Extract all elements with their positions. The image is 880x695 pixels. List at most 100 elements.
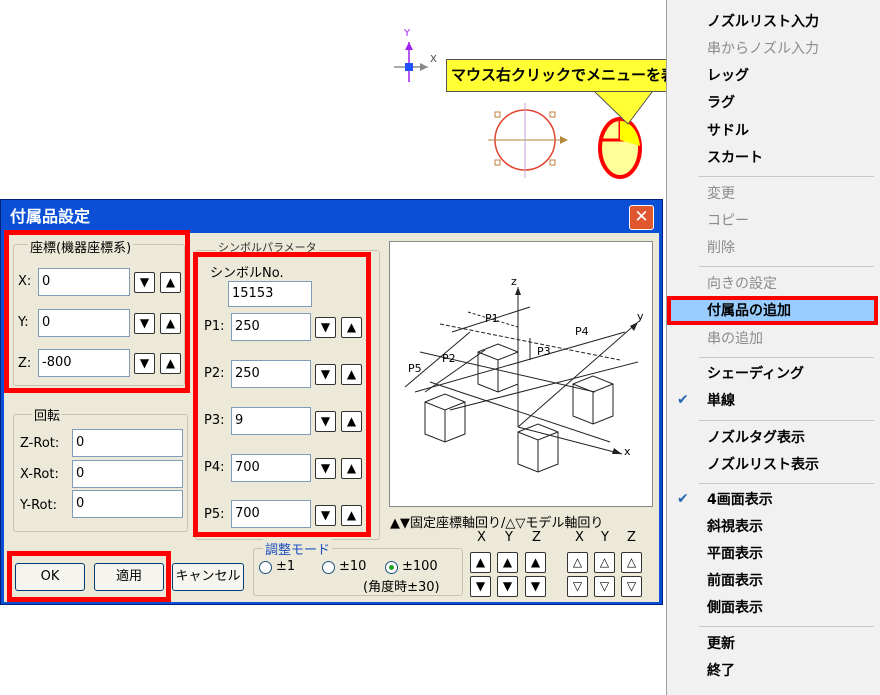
coord-x-down-button[interactable]: ▼ <box>134 272 155 293</box>
menu-separator <box>699 266 874 267</box>
menu-item-delete[interactable]: 削除 <box>707 239 735 257</box>
menu-item-copy[interactable]: コピー <box>707 212 749 230</box>
p4-down-button[interactable]: ▼ <box>315 458 336 479</box>
menu-item-plan-view[interactable]: 平面表示 <box>707 545 763 563</box>
menu-item-single-line[interactable]: 単線 <box>707 392 735 410</box>
model-y-up-button[interactable]: △ <box>594 552 615 573</box>
menu-item-front-view[interactable]: 前面表示 <box>707 572 763 590</box>
rotation-group-label: 回転 <box>32 405 63 424</box>
menu-item-refresh[interactable]: 更新 <box>707 635 735 653</box>
menu-item-exit[interactable]: 終了 <box>707 662 735 680</box>
axis-x-label: X <box>430 54 437 65</box>
p1-input[interactable]: 250 <box>231 313 311 341</box>
p5-up-button[interactable]: ▲ <box>341 505 362 526</box>
model-y-down-button[interactable]: ▽ <box>594 576 615 597</box>
menu-item-nozzle-list-input[interactable]: ノズルリスト入力 <box>707 13 819 31</box>
adjust-radio-100-label: ±100 <box>402 559 438 574</box>
adjust-radio-10-label: ±10 <box>339 559 367 574</box>
preview-p5-label: P5 <box>408 362 422 375</box>
menu-item-skirt[interactable]: スカート <box>707 149 763 167</box>
symbol-diagram <box>404 287 639 473</box>
fixed-y-header: Y <box>505 530 513 545</box>
menu-item-set-orientation[interactable]: 向きの設定 <box>707 275 777 293</box>
coord-group-label: 座標(機器座標系) <box>28 237 134 256</box>
rot-z-input[interactable]: 0 <box>72 429 183 457</box>
preview-p2-label: P2 <box>442 352 456 365</box>
model-z-down-button[interactable]: ▽ <box>621 576 642 597</box>
p5-input[interactable]: 700 <box>231 500 311 528</box>
p2-input[interactable]: 250 <box>231 360 311 388</box>
menu-item-side-view[interactable]: 側面表示 <box>707 599 763 617</box>
rot-x-input[interactable]: 0 <box>72 460 183 488</box>
preview-p3-label: P3 <box>537 345 551 358</box>
menu-item-shading[interactable]: シェーディング <box>707 365 804 383</box>
p4-label: P4: <box>204 460 225 475</box>
fixed-y-down-button[interactable]: ▼ <box>497 576 518 597</box>
p4-input[interactable]: 700 <box>231 454 311 482</box>
axes-icon <box>394 42 428 82</box>
p5-down-button[interactable]: ▼ <box>315 505 336 526</box>
fixed-z-down-button[interactable]: ▼ <box>525 576 546 597</box>
p3-down-button[interactable]: ▼ <box>315 411 336 432</box>
hint-callout: マウス右クリックでメニューを表示 <box>446 59 694 92</box>
model-x-up-button[interactable]: △ <box>567 552 588 573</box>
cancel-button[interactable]: キャンセル <box>172 563 244 591</box>
menu-separator <box>699 420 874 421</box>
p3-up-button[interactable]: ▲ <box>341 411 362 432</box>
p5-label: P5: <box>204 507 225 522</box>
preview-y-label: y <box>637 310 644 323</box>
coord-y-label: Y: <box>18 315 29 330</box>
menu-item-nozzle-from-skewer[interactable]: 串からノズル入力 <box>707 40 819 58</box>
fixed-x-down-button[interactable]: ▼ <box>470 576 491 597</box>
model-x-down-button[interactable]: ▽ <box>567 576 588 597</box>
check-icon: ✔ <box>677 392 689 408</box>
p1-down-button[interactable]: ▼ <box>315 317 336 338</box>
axis-y-label: Y <box>403 28 411 39</box>
coord-x-input[interactable]: 0 <box>38 268 130 296</box>
menu-item-leg[interactable]: レッグ <box>707 67 749 85</box>
rot-z-label: Z-Rot: <box>20 436 60 451</box>
menu-separator <box>699 176 874 177</box>
menu-item-lug[interactable]: ラグ <box>707 94 735 112</box>
axis-rotation-caption: ▲▼固定座標軸回り/△▽モデル軸回り <box>390 516 604 531</box>
adjust-radio-1[interactable] <box>259 561 272 574</box>
close-button[interactable]: ✕ <box>629 205 654 230</box>
symbol-no-input[interactable]: 15153 <box>228 281 312 307</box>
coord-y-input[interactable]: 0 <box>38 309 130 337</box>
model-canvas: Y X <box>394 28 653 179</box>
adjust-radio-10[interactable] <box>322 561 335 574</box>
ok-button[interactable]: OK <box>15 563 85 591</box>
p3-label: P3: <box>204 413 225 428</box>
menu-item-saddle[interactable]: サドル <box>707 122 749 140</box>
coord-y-down-button[interactable]: ▼ <box>134 313 155 334</box>
menu-item-add-skewer[interactable]: 串の追加 <box>707 330 763 348</box>
coord-z-down-button[interactable]: ▼ <box>134 353 155 374</box>
p2-down-button[interactable]: ▼ <box>315 364 336 385</box>
p2-up-button[interactable]: ▲ <box>341 364 362 385</box>
model-y-header: Y <box>601 530 609 545</box>
menu-item-nozzle-tag[interactable]: ノズルタグ表示 <box>707 429 805 447</box>
coord-z-up-button[interactable]: ▲ <box>160 353 181 374</box>
fixed-x-up-button[interactable]: ▲ <box>470 552 491 573</box>
preview-z-label: z <box>511 275 517 288</box>
rot-y-input[interactable]: 0 <box>72 490 183 518</box>
coord-x-up-button[interactable]: ▲ <box>160 272 181 293</box>
fixed-y-up-button[interactable]: ▲ <box>497 552 518 573</box>
model-z-up-button[interactable]: △ <box>621 552 642 573</box>
menu-item-four-views[interactable]: 4画面表示 <box>707 491 773 509</box>
coord-y-up-button[interactable]: ▲ <box>160 313 181 334</box>
rot-x-label: X-Rot: <box>20 467 59 482</box>
menu-item-oblique-view[interactable]: 斜視表示 <box>707 518 763 536</box>
p3-input[interactable]: 9 <box>231 407 311 435</box>
p1-up-button[interactable]: ▲ <box>341 317 362 338</box>
adjust-radio-100[interactable] <box>385 561 398 574</box>
menu-item-nozzle-list-view[interactable]: ノズルリスト表示 <box>707 456 819 474</box>
apply-button[interactable]: 適用 <box>94 563 164 591</box>
p4-up-button[interactable]: ▲ <box>341 458 362 479</box>
coord-z-input[interactable]: -800 <box>38 349 130 377</box>
fixed-z-up-button[interactable]: ▲ <box>525 552 546 573</box>
menu-item-add-accessory[interactable]: 付属品の追加 <box>707 302 791 320</box>
mouse-icon <box>598 117 642 179</box>
menu-item-edit[interactable]: 変更 <box>707 185 735 203</box>
symbol-group-label: シンボルパラメータ <box>216 239 319 255</box>
